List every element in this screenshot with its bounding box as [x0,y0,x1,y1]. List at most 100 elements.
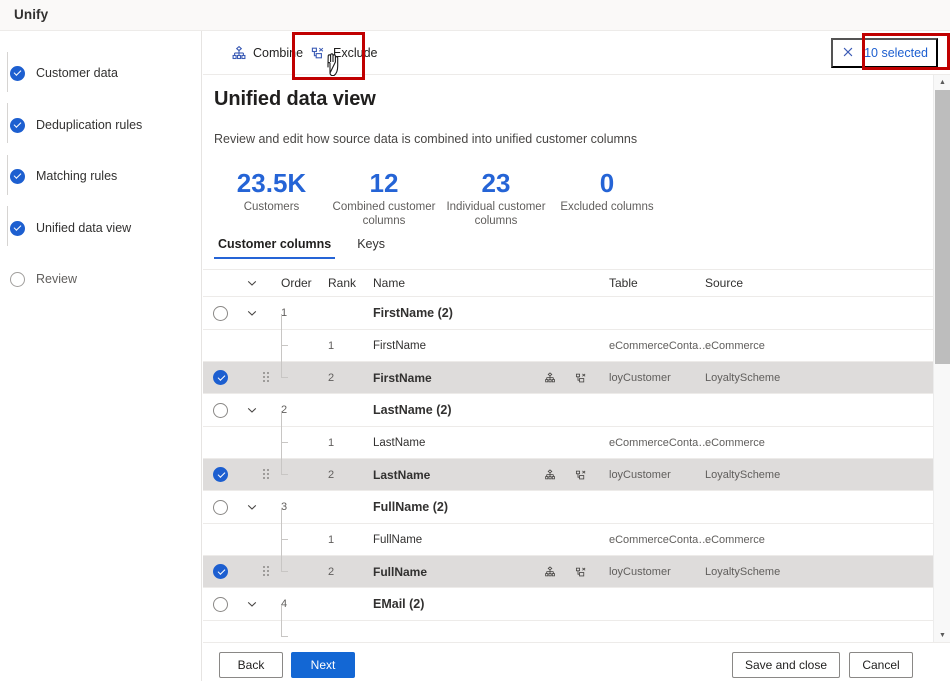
drag-handle-icon [263,372,271,383]
combine-icon [231,45,247,61]
row-select-toggle[interactable] [213,491,235,523]
cell-table: loyCustomer [609,565,671,578]
tree-branch-icon [281,313,295,362]
step-complete-icon [10,66,25,81]
step-pending-icon [10,272,25,287]
tree-branch-icon [281,345,295,394]
row-exclude-action[interactable] [575,362,595,393]
cell-source: LoyaltyScheme [705,468,781,481]
row-combine-action[interactable] [543,459,563,490]
drag-handle[interactable] [263,556,281,587]
cell-rank: 2 [328,371,335,384]
scrollbar-thumb[interactable] [935,90,950,364]
main-content: Unified data view Review and edit how so… [203,75,950,642]
row-select-toggle[interactable] [213,362,235,393]
unchecked-circle-icon [213,596,228,612]
cell-rank: 2 [328,468,335,481]
scroll-down-arrow[interactable]: ▼ [934,628,950,642]
drag-handle-icon [263,469,271,480]
checked-circle-icon [213,370,228,385]
sidebar-step-customer-data[interactable]: Customer data [10,63,200,85]
row-select-toggle[interactable] [213,556,235,587]
combine-label: Combine [253,46,304,60]
table-row[interactable]: 1 FullName eCommerceConta… eCommerce [203,507,943,556]
row-expand-toggle[interactable] [246,491,264,523]
drag-handle[interactable] [263,362,281,393]
chevron-down-icon [247,602,257,607]
scroll-up-arrow[interactable]: ▲ [934,75,950,89]
cell-rank: 1 [328,339,335,352]
columns-table: Order Rank Name Table Source 1 FirstName… [203,270,943,642]
cell-name: LastName (2) [373,403,452,417]
drag-handle[interactable] [263,459,281,490]
row-select-toggle[interactable] [213,459,235,490]
table-row[interactable]: 2 FirstName loyCustomer LoyaltyScheme [203,345,943,394]
tab-keys[interactable]: Keys [353,237,389,259]
sidebar-step-deduplication-rules[interactable]: Deduplication rules [10,115,200,137]
table-row[interactable]: 4 EMail (2) [203,588,943,621]
header-expand-toggle[interactable] [246,270,264,296]
cell-source: LoyaltyScheme [705,565,781,578]
checked-circle-icon [213,467,228,482]
exclude-icon [575,470,586,479]
table-row[interactable]: 2 LastName (2) [203,394,943,427]
cell-name: FirstName [373,370,432,385]
cell-source: eCommerce [705,436,765,449]
unchecked-circle-icon [213,499,228,515]
back-button[interactable]: Back [219,652,283,678]
exclude-icon [311,45,327,61]
wizard-footer: Back Next Save and close Cancel [203,642,950,681]
cell-rank: 1 [328,436,335,449]
sidebar-step-review[interactable]: Review [10,269,200,291]
row-select-toggle[interactable] [213,588,235,620]
chevron-down-icon [247,505,257,510]
row-expand-toggle[interactable] [246,588,264,620]
tree-branch-icon [281,442,295,491]
page-title: Unified data view [214,88,376,110]
combine-button[interactable]: Combine [223,37,311,69]
exclude-label: Exclude [333,46,378,60]
cell-source: LoyaltyScheme [705,371,781,384]
stat-value: 23 [481,168,511,198]
selection-count-button[interactable]: 10 selected [831,38,938,68]
sidebar-step-label: Matching rules [36,169,118,183]
sidebar-step-label: Review [36,272,77,286]
stat-caption: Combined customer columns [332,201,436,227]
cancel-button[interactable]: Cancel [849,652,913,678]
table-row[interactable]: 2 LastName loyCustomer LoyaltyScheme [203,442,943,491]
tree-branch-icon [281,507,295,556]
tree-branch-icon [281,604,295,643]
tab-customer-columns[interactable]: Customer columns [214,237,336,259]
row-combine-action[interactable] [543,362,563,393]
window-title: Unify [14,7,49,22]
table-row[interactable]: 1 FirstName eCommerceConta… eCommerce [203,313,943,362]
row-expand-toggle[interactable] [246,394,264,426]
command-bar: Combine Exclude 10 selected [203,31,950,75]
table-row[interactable]: 1 FirstName (2) [203,297,943,330]
table-row[interactable]: 3 FullName (2) [203,491,943,524]
step-complete-icon [10,169,25,184]
row-expand-toggle[interactable] [246,297,264,329]
vertical-scrollbar[interactable]: ▲ ▼ [933,75,950,642]
checked-circle-icon [213,564,228,579]
sidebar-step-unified-data-view[interactable]: Unified data view [10,218,200,240]
row-exclude-action[interactable] [575,556,595,587]
row-select-toggle[interactable] [213,297,235,329]
table-row[interactable]: 2 FullName loyCustomer LoyaltyScheme [203,539,943,588]
cell-rank: 1 [328,533,335,546]
next-button[interactable]: Next [291,652,355,678]
table-row[interactable] [203,604,943,643]
row-exclude-action[interactable] [575,459,595,490]
page-subtitle: Review and edit how source data is combi… [214,132,638,146]
cell-source: eCommerce [705,533,765,546]
step-complete-icon [10,118,25,133]
stat-combined-columns: 12 Combined customer columns [325,167,443,228]
sidebar-step-matching-rules[interactable]: Matching rules [10,166,200,188]
row-combine-action[interactable] [543,556,563,587]
exclude-button[interactable]: Exclude [303,37,385,69]
table-row[interactable]: 1 LastName eCommerceConta… eCommerce [203,410,943,459]
row-select-toggle[interactable] [213,394,235,426]
save-and-close-button[interactable]: Save and close [731,652,840,678]
cell-name: FullName [373,564,428,579]
cell-name: FullName (2) [373,500,449,514]
